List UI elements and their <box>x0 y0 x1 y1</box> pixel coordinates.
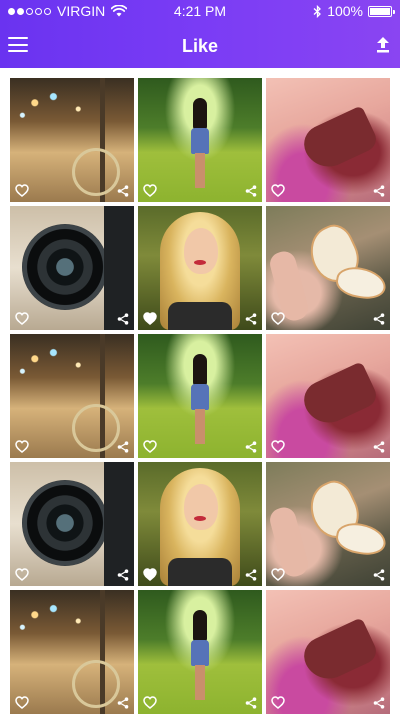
photo-tile[interactable] <box>138 590 262 714</box>
photo-tile[interactable] <box>138 206 262 330</box>
photo-tile[interactable] <box>10 334 134 458</box>
heart-icon[interactable] <box>271 440 285 453</box>
share-icon[interactable] <box>373 697 385 709</box>
share-icon[interactable] <box>245 697 257 709</box>
photo-tile[interactable] <box>138 78 262 202</box>
heart-icon[interactable] <box>15 568 29 581</box>
heart-icon[interactable] <box>143 184 157 197</box>
share-icon[interactable] <box>373 569 385 581</box>
share-icon[interactable] <box>117 697 129 709</box>
share-icon[interactable] <box>245 441 257 453</box>
upload-button[interactable] <box>375 36 391 54</box>
share-icon[interactable] <box>117 185 129 197</box>
photo-tile[interactable] <box>138 462 262 586</box>
photo-tile[interactable] <box>266 206 390 330</box>
heart-icon[interactable] <box>15 312 29 325</box>
signal-strength-icon <box>8 7 51 15</box>
photo-tile[interactable] <box>10 590 134 714</box>
heart-icon[interactable] <box>271 696 285 709</box>
share-icon[interactable] <box>117 441 129 453</box>
battery-icon <box>368 5 395 17</box>
heart-filled-icon[interactable] <box>143 568 157 581</box>
page-title: Like <box>181 36 219 56</box>
heart-icon[interactable] <box>271 568 285 581</box>
carrier-name: VIRGIN <box>57 3 106 19</box>
photo-tile[interactable] <box>266 590 390 714</box>
hamburger-menu-icon <box>8 37 28 39</box>
heart-filled-icon[interactable] <box>143 312 157 325</box>
heart-icon[interactable] <box>15 184 29 197</box>
heart-icon[interactable] <box>143 440 157 453</box>
heart-icon[interactable] <box>271 312 285 325</box>
wifi-icon <box>111 5 128 17</box>
share-icon[interactable] <box>245 569 257 581</box>
heart-icon[interactable] <box>143 696 157 709</box>
photo-tile[interactable] <box>266 334 390 458</box>
photo-tile[interactable] <box>10 206 134 330</box>
share-icon[interactable] <box>373 185 385 197</box>
status-bar: VIRGIN 4:21 PM 100% <box>0 0 400 22</box>
share-icon[interactable] <box>245 185 257 197</box>
photo-tile[interactable] <box>10 462 134 586</box>
photo-tile[interactable] <box>138 334 262 458</box>
share-icon[interactable] <box>373 441 385 453</box>
heart-icon[interactable] <box>15 440 29 453</box>
share-icon[interactable] <box>117 569 129 581</box>
photo-tile[interactable] <box>266 462 390 586</box>
photo-tile[interactable] <box>10 78 134 202</box>
share-icon[interactable] <box>373 313 385 325</box>
battery-percent: 100% <box>327 3 363 19</box>
bluetooth-icon <box>313 4 322 18</box>
share-icon[interactable] <box>245 313 257 325</box>
app-header: VIRGIN 4:21 PM 100% Like <box>0 0 400 68</box>
menu-button[interactable] <box>8 37 28 53</box>
upload-icon <box>377 37 389 53</box>
photo-tile[interactable] <box>266 78 390 202</box>
heart-icon[interactable] <box>271 184 285 197</box>
heart-icon[interactable] <box>15 696 29 709</box>
share-icon[interactable] <box>117 313 129 325</box>
